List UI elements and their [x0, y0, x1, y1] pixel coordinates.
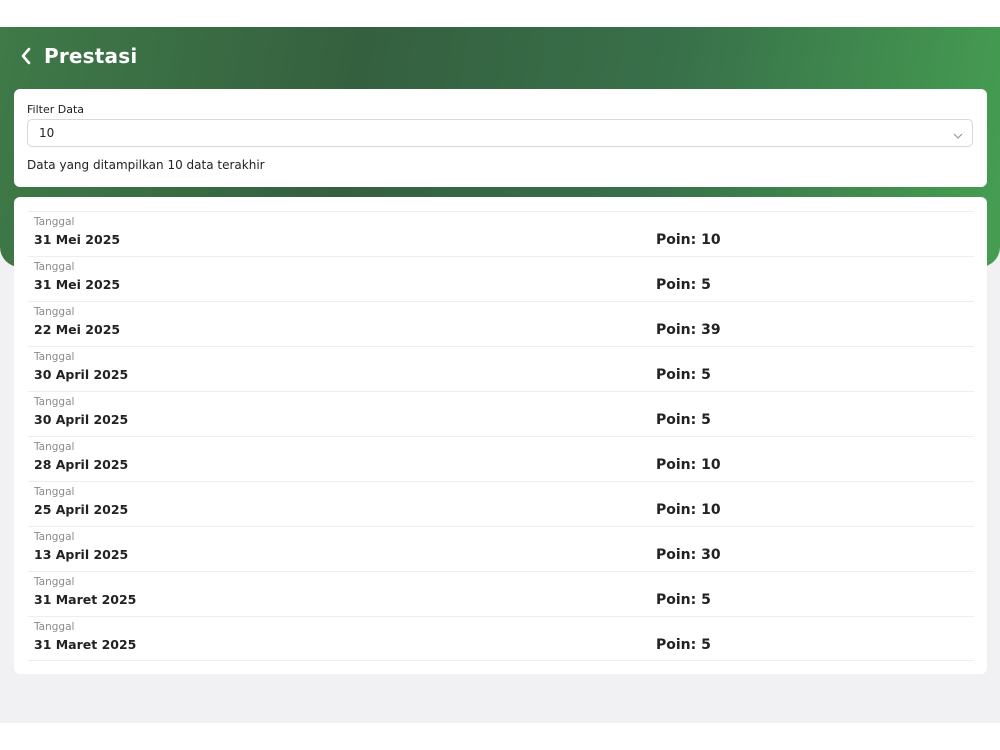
top-bar: Prestasi	[20, 40, 137, 72]
date-label: Tanggal	[34, 486, 75, 498]
list-item: Tanggal 30 April 2025 Poin: 5	[28, 391, 974, 436]
date-value: 13 April 2025	[34, 547, 129, 562]
points-value: Poin: 5	[656, 367, 711, 383]
points-value: Poin: 39	[656, 322, 721, 338]
date-value: 28 April 2025	[34, 457, 129, 472]
points-value: Poin: 5	[656, 277, 711, 293]
list-item: Tanggal 28 April 2025 Poin: 10	[28, 436, 974, 481]
date-value: 30 April 2025	[34, 367, 129, 382]
date-label: Tanggal	[34, 441, 75, 453]
filter-select[interactable]: 10	[27, 119, 973, 147]
date-label: Tanggal	[34, 576, 75, 588]
date-value: 31 Mei 2025	[34, 232, 121, 247]
filter-select-value: 10	[39, 126, 55, 140]
date-value: 31 Maret 2025	[34, 592, 137, 607]
date-label: Tanggal	[34, 396, 75, 408]
date-value: 22 Mei 2025	[34, 322, 121, 337]
records-card: Tanggal 31 Mei 2025 Poin: 10 Tanggal 31 Mei …	[14, 197, 987, 674]
date-label: Tanggal	[34, 351, 75, 363]
points-value: Poin: 30	[656, 547, 721, 563]
points-value: Poin: 10	[656, 232, 721, 248]
list-item: Tanggal 31 Mei 2025 Poin: 10	[28, 211, 974, 256]
date-value: 31 Maret 2025	[34, 637, 137, 652]
date-value: 30 April 2025	[34, 412, 129, 427]
list-item: Tanggal 13 April 2025 Poin: 30	[28, 526, 974, 571]
page: Prestasi Filter Data 10 Data yang ditamp…	[0, 27, 1000, 723]
points-value: Poin: 10	[656, 457, 721, 473]
points-value: Poin: 5	[656, 412, 711, 428]
points-value: Poin: 5	[656, 592, 711, 608]
date-label: Tanggal	[34, 306, 75, 318]
list-item: Tanggal 25 April 2025 Poin: 10	[28, 481, 974, 526]
date-label: Tanggal	[34, 216, 75, 228]
page-title: Prestasi	[44, 44, 138, 68]
chevron-down-icon	[952, 127, 964, 139]
list-item: Tanggal 31 Maret 2025 Poin: 5	[28, 616, 974, 661]
date-value: 31 Mei 2025	[34, 277, 121, 292]
chevron-left-icon[interactable]	[20, 45, 36, 67]
filter-label: Filter Data	[27, 103, 85, 116]
filter-note: Data yang ditampilkan 10 data terakhir	[27, 158, 265, 172]
date-label: Tanggal	[34, 531, 75, 543]
list-item: Tanggal 22 Mei 2025 Poin: 39	[28, 301, 974, 346]
records-list: Tanggal 31 Mei 2025 Poin: 10 Tanggal 31 Mei …	[28, 211, 974, 661]
points-value: Poin: 5	[656, 637, 711, 653]
list-item: Tanggal 30 April 2025 Poin: 5	[28, 346, 974, 391]
list-item: Tanggal 31 Maret 2025 Poin: 5	[28, 571, 974, 616]
list-item: Tanggal 31 Mei 2025 Poin: 5	[28, 256, 974, 301]
date-label: Tanggal	[34, 261, 75, 273]
date-value: 25 April 2025	[34, 502, 129, 517]
points-value: Poin: 10	[656, 502, 721, 518]
date-label: Tanggal	[34, 621, 75, 633]
filter-card: Filter Data 10 Data yang ditampilkan 10 …	[14, 89, 987, 187]
